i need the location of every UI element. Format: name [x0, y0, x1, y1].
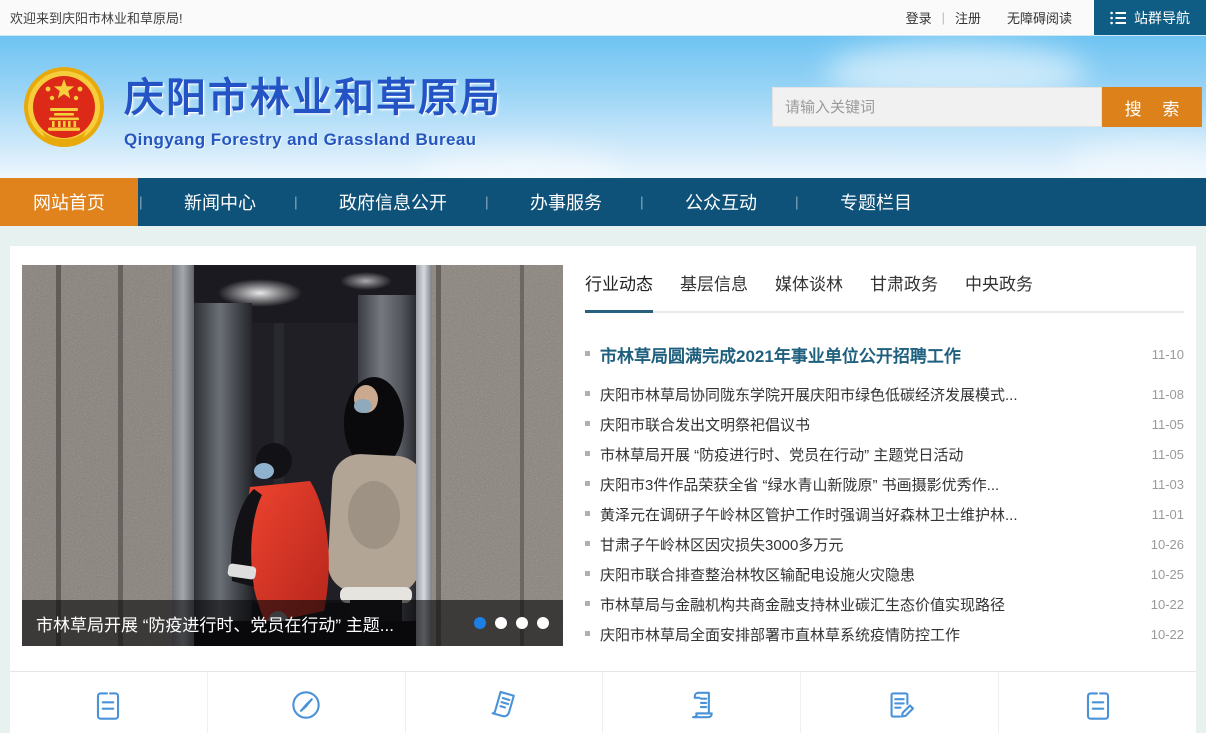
- site-titles: 庆阳市林业和草原局 Qingyang Forestry and Grasslan…: [124, 65, 502, 150]
- topbar-right-group: 登录 | 注册 无障碍阅读 站群导航: [906, 0, 1206, 35]
- scroll-icon: [683, 686, 721, 724]
- content-columns: 市林草局开展 “防疫进行时、党员在行动” 主题... 行业动态 基层信息 媒体谈…: [10, 246, 1196, 671]
- register-link[interactable]: 注册: [955, 8, 981, 27]
- carousel-photo-elevator-scene: [22, 265, 563, 646]
- tab-grassroots-info[interactable]: 基层信息: [680, 270, 748, 313]
- site-brand: 庆阳市林业和草原局 Qingyang Forestry and Grasslan…: [22, 65, 502, 150]
- news-tabs: 行业动态 基层信息 媒体谈林 甘肃政务 中央政务: [585, 265, 1184, 313]
- site-subtitle-english: Qingyang Forestry and Grassland Bureau: [124, 130, 502, 150]
- welcome-text: 欢迎来到庆阳市林业和草原局!: [10, 8, 183, 27]
- service-cell-1[interactable]: [10, 672, 207, 733]
- site-group-nav-label: 站群导航: [1134, 8, 1190, 28]
- service-cell-5[interactable]: [800, 672, 998, 733]
- news-item[interactable]: 市林草局与金融机构共商金融支持林业碳汇生态价值实现路径 10-22: [585, 589, 1184, 619]
- news-section: 行业动态 基层信息 媒体谈林 甘肃政务 中央政务 市林草局圆满完成2021年事业…: [585, 265, 1184, 649]
- site-group-nav-button[interactable]: 站群导航: [1094, 0, 1206, 35]
- login-register-separator: |: [942, 10, 945, 25]
- search-bar: 搜 索: [772, 87, 1202, 127]
- tab-central-gov[interactable]: 中央政务: [965, 270, 1033, 313]
- news-list: 市林草局圆满完成2021年事业单位公开招聘工作 11-10 庆阳市林草局协同陇东…: [585, 335, 1184, 649]
- news-item[interactable]: 黄泽元在调研子午岭林区管护工作时强调当好森林卫士维护林... 11-01: [585, 499, 1184, 529]
- granite-wall-right: [432, 265, 563, 646]
- carousel-caption[interactable]: 市林草局开展 “防疫进行时、党员在行动” 主题...: [36, 611, 394, 636]
- main-navigation: 网站首页 新闻中心 政府信息公开 办事服务 公众互动 专题栏目: [0, 178, 1206, 226]
- carousel-dot-1[interactable]: [474, 617, 486, 629]
- search-input[interactable]: [772, 87, 1102, 127]
- clipboard-icon: [1079, 686, 1117, 724]
- carousel-dot-2[interactable]: [495, 617, 507, 629]
- carousel-dot-3[interactable]: [516, 617, 528, 629]
- news-item[interactable]: 甘肃子午岭林区因灾损失3000多万元 10-26: [585, 529, 1184, 559]
- news-item[interactable]: 庆阳市林草局全面安排部署市直林草系统疫情防控工作 10-22: [585, 619, 1184, 649]
- compass-icon: [287, 686, 325, 724]
- carousel-dot-4[interactable]: [537, 617, 549, 629]
- service-cell-3[interactable]: [405, 672, 603, 733]
- nav-item-news-center[interactable]: 新闻中心: [147, 178, 293, 226]
- login-link[interactable]: 登录: [906, 8, 932, 27]
- service-cell-6[interactable]: [998, 672, 1196, 733]
- site-header: 庆阳市林业和草原局 Qingyang Forestry and Grasslan…: [0, 36, 1206, 178]
- national-emblem-logo: [22, 65, 106, 149]
- cloud-decoration: [420, 146, 620, 178]
- cloud-decoration: [1066, 140, 1206, 178]
- door-frame-right: [416, 265, 432, 646]
- nav-item-services[interactable]: 办事服务: [493, 178, 639, 226]
- main-content-panel: 市林草局开展 “防疫进行时、党员在行动” 主题... 行业动态 基层信息 媒体谈…: [10, 246, 1196, 733]
- edit-document-icon: [881, 686, 919, 724]
- service-cell-2[interactable]: [207, 672, 405, 733]
- nav-item-public-interaction[interactable]: 公众互动: [648, 178, 794, 226]
- news-item[interactable]: 庆阳市联合排查整治林牧区输配电设施火灾隐患 10-25: [585, 559, 1184, 589]
- site-title: 庆阳市林业和草原局: [124, 65, 502, 123]
- news-item[interactable]: 市林草局圆满完成2021年事业单位公开招聘工作 11-10: [585, 335, 1184, 373]
- granite-wall-left: [22, 265, 172, 646]
- search-button[interactable]: 搜 索: [1102, 87, 1202, 127]
- clipboard-icon: [89, 686, 127, 724]
- news-item[interactable]: 庆阳市3件作品荣获全省 “绿水青山新陇原” 书画摄影优秀作... 11-03: [585, 469, 1184, 499]
- nav-item-special-topics[interactable]: 专题栏目: [803, 178, 949, 226]
- news-carousel[interactable]: 市林草局开展 “防疫进行时、党员在行动” 主题...: [22, 265, 563, 646]
- receipt-icon: [485, 686, 523, 724]
- service-cell-4[interactable]: [602, 672, 800, 733]
- nav-item-gov-info[interactable]: 政府信息公开: [302, 178, 484, 226]
- carousel-caption-bar: 市林草局开展 “防疫进行时、党员在行动” 主题...: [22, 600, 563, 646]
- top-utility-bar: 欢迎来到庆阳市林业和草原局! 登录 | 注册 无障碍阅读 站群导航: [0, 0, 1206, 36]
- nav-item-home[interactable]: 网站首页: [0, 178, 138, 226]
- tab-industry-news[interactable]: 行业动态: [585, 270, 653, 313]
- news-item[interactable]: 庆阳市联合发出文明祭祀倡议书 11-05: [585, 409, 1184, 439]
- accessibility-link[interactable]: 无障碍阅读: [1007, 8, 1072, 27]
- tab-gansu-gov[interactable]: 甘肃政务: [870, 270, 938, 313]
- carousel-dots: [474, 617, 549, 629]
- news-item[interactable]: 市林草局开展 “防疫进行时、党员在行动” 主题党日活动 11-05: [585, 439, 1184, 469]
- tab-media-forestry[interactable]: 媒体谈林: [775, 270, 843, 313]
- list-menu-icon: [1110, 11, 1126, 25]
- door-frame-left: [172, 265, 194, 646]
- news-item[interactable]: 庆阳市林草局协同陇东学院开展庆阳市绿色低碳经济发展模式... 11-08: [585, 379, 1184, 409]
- quick-services-row: [10, 671, 1196, 733]
- elevator-door-left: [194, 303, 252, 646]
